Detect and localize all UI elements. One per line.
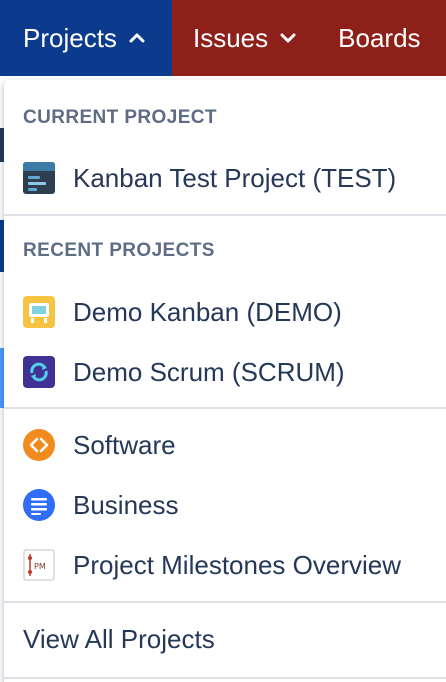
divider (4, 407, 446, 409)
divider (4, 214, 446, 216)
top-nav-bar: Projects Issues Boards (0, 0, 446, 76)
recent-project-item-demo-kanban[interactable]: Demo Kanban (DEMO) (4, 284, 446, 340)
kanban-project-icon (23, 162, 55, 194)
project-type-item-software[interactable]: Software (4, 417, 446, 473)
current-project-item[interactable]: Kanban Test Project (TEST) (4, 150, 446, 206)
recent-project-label: Demo Scrum (SCRUM) (73, 356, 345, 387)
divider (4, 677, 446, 679)
nav-rest: Issues Boards (172, 0, 446, 76)
boards-nav-button[interactable]: Boards (296, 23, 420, 54)
issues-nav-label: Issues (193, 22, 269, 53)
recent-project-label: Demo Kanban (DEMO) (73, 296, 342, 327)
projects-dropdown-menu: CURRENT PROJECT Kanban Test Project (TES… (4, 80, 446, 682)
boards-nav-label: Boards (338, 22, 421, 53)
project-type-item-business[interactable]: Business (4, 477, 446, 533)
project-type-label: Business (73, 489, 179, 520)
page: Projects Issues Boards CURRENT PROJECT K… (0, 0, 446, 682)
software-icon (23, 429, 55, 461)
demo-kanban-icon (23, 296, 55, 328)
project-type-label: Project Milestones Overview (73, 549, 401, 580)
chevron-down-icon (280, 30, 296, 46)
current-project-heading: CURRENT PROJECT (23, 107, 217, 128)
demo-scrum-icon (23, 356, 55, 388)
business-icon (23, 489, 55, 521)
milestones-icon: PM (23, 549, 55, 581)
recent-project-item-demo-scrum[interactable]: Demo Scrum (SCRUM) (4, 344, 446, 400)
project-type-item-milestones[interactable]: PM Project Milestones Overview (4, 537, 446, 593)
svg-text:PM: PM (34, 562, 46, 571)
view-all-projects-link[interactable]: View All Projects (23, 624, 215, 655)
issues-nav-button[interactable]: Issues (172, 23, 296, 54)
project-type-label: Software (73, 429, 176, 460)
projects-nav-button[interactable]: Projects (0, 0, 172, 76)
chevron-up-icon (129, 30, 145, 46)
current-project-label: Kanban Test Project (TEST) (73, 162, 397, 193)
projects-nav-label: Projects (23, 22, 117, 53)
recent-projects-heading: RECENT PROJECTS (23, 240, 215, 261)
divider (4, 601, 446, 603)
